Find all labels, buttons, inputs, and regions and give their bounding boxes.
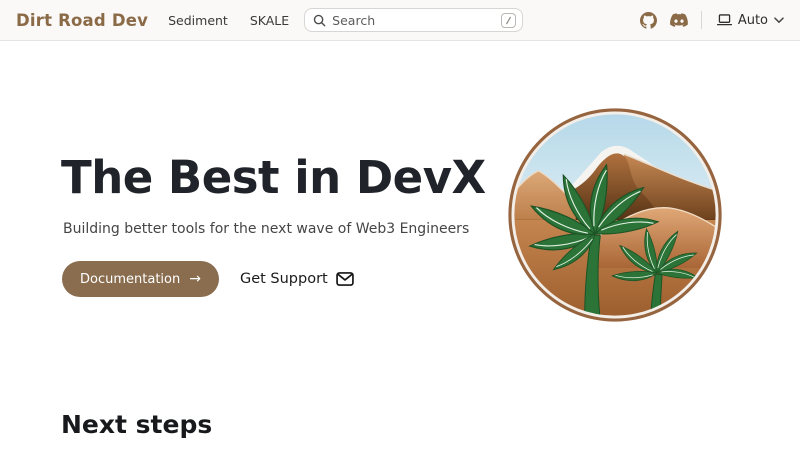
slash-key-icon xyxy=(501,13,516,28)
nav-item-sediment[interactable]: Sediment xyxy=(168,13,228,28)
mail-icon xyxy=(336,272,354,286)
laptop-icon xyxy=(717,14,732,26)
arrow-right-icon: → xyxy=(189,272,201,286)
search-input[interactable] xyxy=(332,13,495,28)
top-navigation-bar: Dirt Road Dev Sediment SKALE xyxy=(0,0,800,41)
main-nav: Sediment SKALE xyxy=(168,13,289,28)
header-divider xyxy=(701,11,702,29)
theme-selector[interactable]: Auto xyxy=(715,11,786,30)
get-support-label: Get Support xyxy=(240,271,328,287)
chevron-down-icon xyxy=(774,17,784,24)
theme-selector-label: Auto xyxy=(738,13,768,28)
search-bar[interactable] xyxy=(304,8,523,32)
nav-item-skale[interactable]: SKALE xyxy=(250,13,289,28)
hero-cta-row: Documentation → Get Support xyxy=(62,261,354,297)
documentation-button[interactable]: Documentation → xyxy=(62,261,219,297)
discord-icon[interactable] xyxy=(670,13,688,27)
github-icon[interactable] xyxy=(640,12,657,29)
header-actions: Auto xyxy=(640,11,786,30)
next-steps-heading: Next steps xyxy=(61,410,212,439)
hero-title: The Best in DevX xyxy=(61,153,486,203)
brand-logo-text[interactable]: Dirt Road Dev xyxy=(16,11,148,30)
documentation-button-label: Documentation xyxy=(80,272,180,287)
dirt-road-dev-logo xyxy=(507,107,723,323)
hero-subtitle: Building better tools for the next wave … xyxy=(63,221,469,237)
get-support-link[interactable]: Get Support xyxy=(240,271,354,287)
search-icon xyxy=(313,14,326,27)
